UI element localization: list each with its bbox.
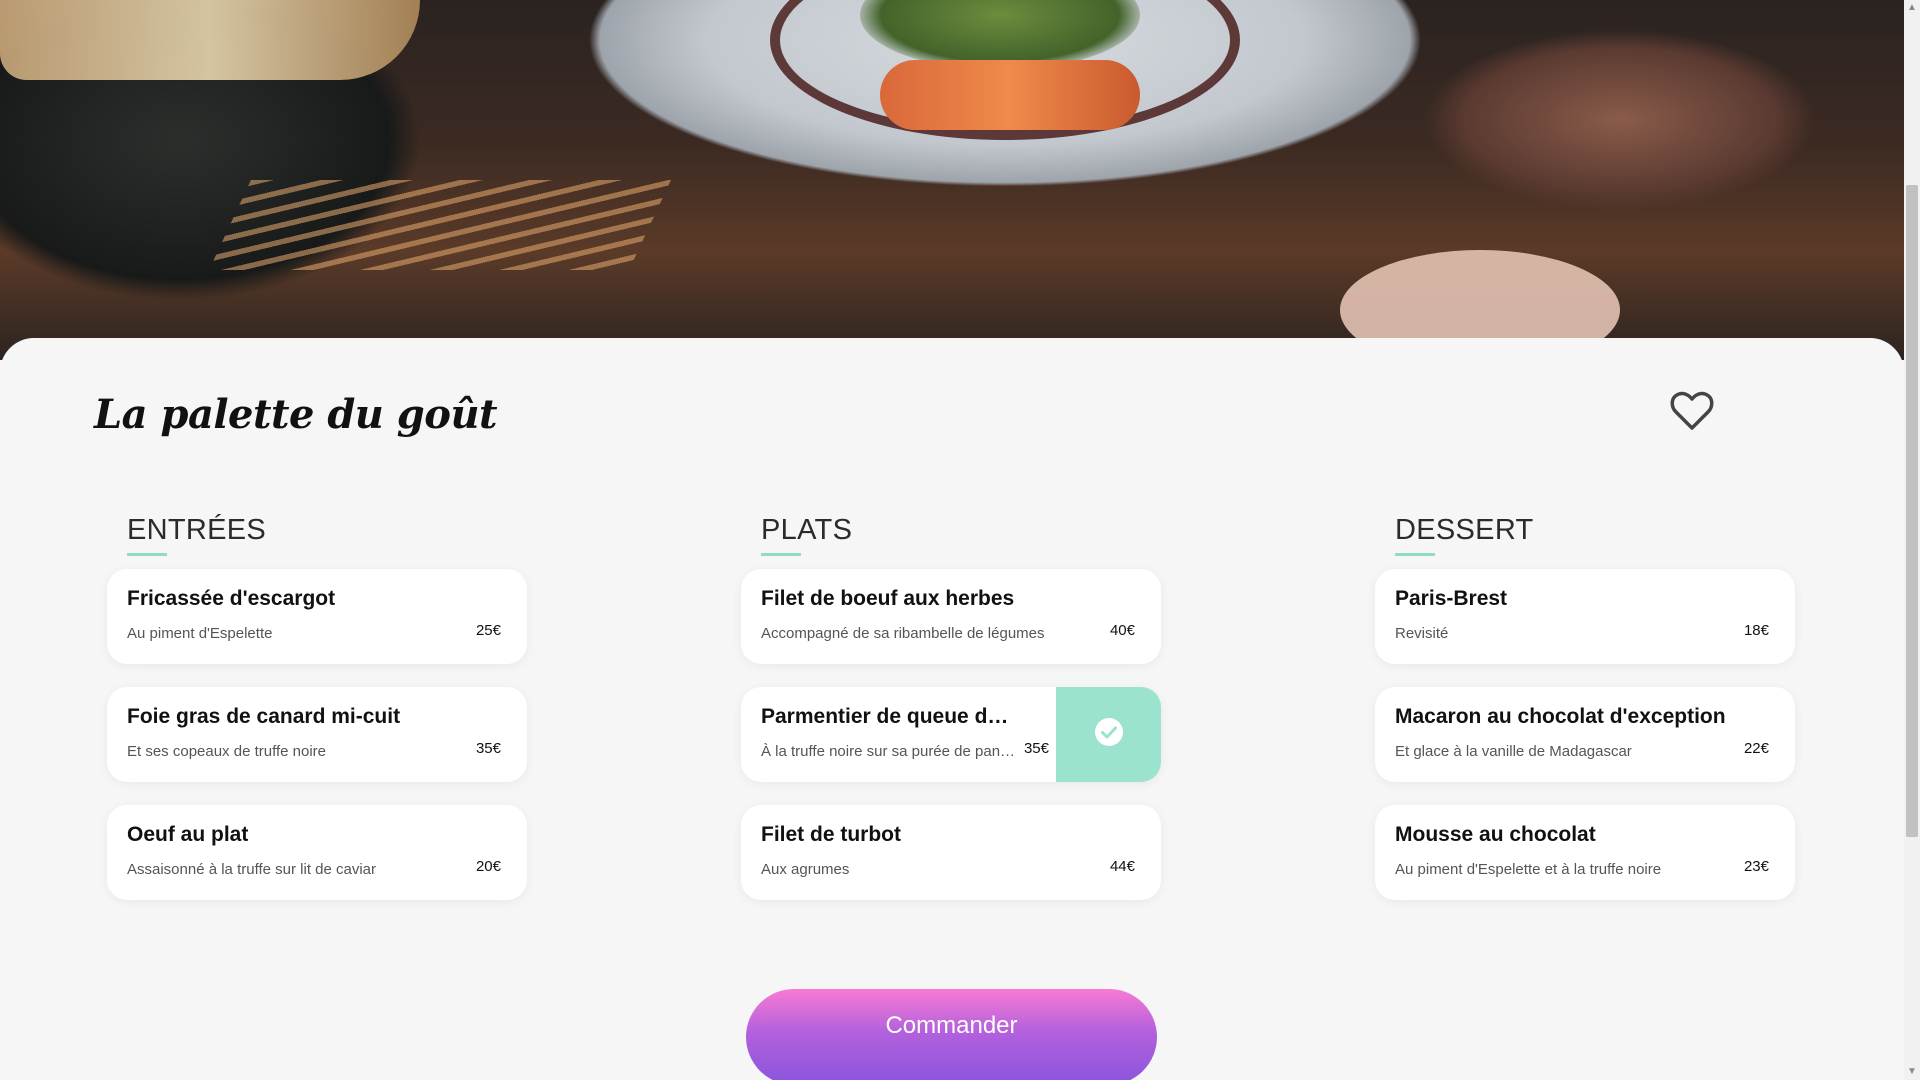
menu-item-foie-gras[interactable]: Foie gras de canard mi-cuit Et ses copea… xyxy=(107,687,527,782)
item-price: 35€ xyxy=(475,740,501,757)
heart-icon[interactable] xyxy=(1670,391,1714,431)
item-name: Filet de turbot xyxy=(761,823,901,846)
menu-item-paris-brest[interactable]: Paris-Brest Revisité 18€ xyxy=(1375,569,1795,664)
item-price: 25€ xyxy=(475,622,501,639)
hero-food-photo xyxy=(0,0,1904,360)
item-description: Revisité xyxy=(1395,625,1449,642)
dessert-heading: DESSERT xyxy=(1395,514,1534,556)
fork-image xyxy=(209,180,671,270)
item-name: Macaron au chocolat d'exception xyxy=(1395,705,1726,728)
dessert-column: DESSERT Paris-Brest Revisité 18€ Macaron… xyxy=(1375,514,1795,923)
item-description: Accompagné de sa ribambelle de légumes xyxy=(761,625,1045,642)
item-name: Filet de boeuf aux herbes xyxy=(761,587,1015,610)
restaurant-title: La palette du goût xyxy=(94,391,498,438)
menu-item-mousse[interactable]: Mousse au chocolat Au piment d'Espelette… xyxy=(1375,805,1795,900)
entrees-heading-label: ENTRÉES xyxy=(127,514,267,546)
item-description: Au piment d'Espelette et à la truffe noi… xyxy=(1395,861,1662,878)
item-description: Assaisonné à la truffe sur lit de caviar xyxy=(127,861,377,878)
plats-column: PLATS Filet de boeuf aux herbes Accompag… xyxy=(741,514,1161,923)
item-description: Au piment d'Espelette xyxy=(127,625,273,642)
menu-item-filet-boeuf[interactable]: Filet de boeuf aux herbes Accompagné de … xyxy=(741,569,1161,664)
page-scrollbar[interactable]: ▲ ▼ xyxy=(1904,0,1920,1080)
item-description: Et glace à la vanille de Madagascar xyxy=(1395,743,1632,760)
item-price: 44€ xyxy=(1109,858,1135,875)
heading-underline xyxy=(761,553,801,556)
item-price: 40€ xyxy=(1109,622,1135,639)
menu-item-macaron[interactable]: Macaron au chocolat d'exception Et glace… xyxy=(1375,687,1795,782)
menu-item-parmentier[interactable]: Parmentier de queue de … À la truffe noi… xyxy=(741,687,1161,782)
plats-heading: PLATS xyxy=(761,514,853,556)
item-description: À la truffe noire sur sa purée de pan… xyxy=(761,743,1016,760)
item-price: 18€ xyxy=(1743,622,1769,639)
heading-underline xyxy=(1395,553,1435,556)
menu-card: La palette du goût ENTRÉES Fricassée d'e… xyxy=(0,338,1904,1080)
entrees-heading: ENTRÉES xyxy=(127,514,267,556)
dessert-heading-label: DESSERT xyxy=(1395,514,1534,546)
heading-underline xyxy=(127,553,167,556)
menu-item-filet-turbot[interactable]: Filet de turbot Aux agrumes 44€ xyxy=(741,805,1161,900)
item-price: 23€ xyxy=(1743,858,1769,875)
scroll-up-arrow-icon[interactable]: ▲ xyxy=(1904,0,1920,16)
entrees-column: ENTRÉES Fricassée d'escargot Au piment d… xyxy=(107,514,527,923)
item-name: Fricassée d'escargot xyxy=(127,587,336,610)
salmon-image xyxy=(880,60,1140,130)
item-name: Paris-Brest xyxy=(1395,587,1508,610)
item-name: Parmentier de queue de … xyxy=(761,705,1016,728)
item-description: Et ses copeaux de truffe noire xyxy=(127,743,327,760)
item-name: Oeuf au plat xyxy=(127,823,249,846)
item-price: 22€ xyxy=(1743,740,1769,757)
bread-basket-image xyxy=(0,0,420,80)
item-price: 35€ xyxy=(1023,740,1049,757)
check-circle-icon xyxy=(1094,717,1124,752)
item-description: Aux agrumes xyxy=(761,861,850,878)
item-price: 20€ xyxy=(475,858,501,875)
plats-heading-label: PLATS xyxy=(761,514,853,546)
order-button[interactable]: Commander xyxy=(746,989,1157,1080)
scroll-down-arrow-icon[interactable]: ▼ xyxy=(1904,1064,1920,1080)
item-name: Mousse au chocolat xyxy=(1395,823,1596,846)
item-name: Foie gras de canard mi-cuit xyxy=(127,705,401,728)
scroll-thumb[interactable] xyxy=(1906,185,1918,837)
menu-item-fricassee[interactable]: Fricassée d'escargot Au piment d'Espelet… xyxy=(107,569,527,664)
menu-item-oeuf[interactable]: Oeuf au plat Assaisonné à la truffe sur … xyxy=(107,805,527,900)
selected-indicator[interactable] xyxy=(1056,687,1161,782)
